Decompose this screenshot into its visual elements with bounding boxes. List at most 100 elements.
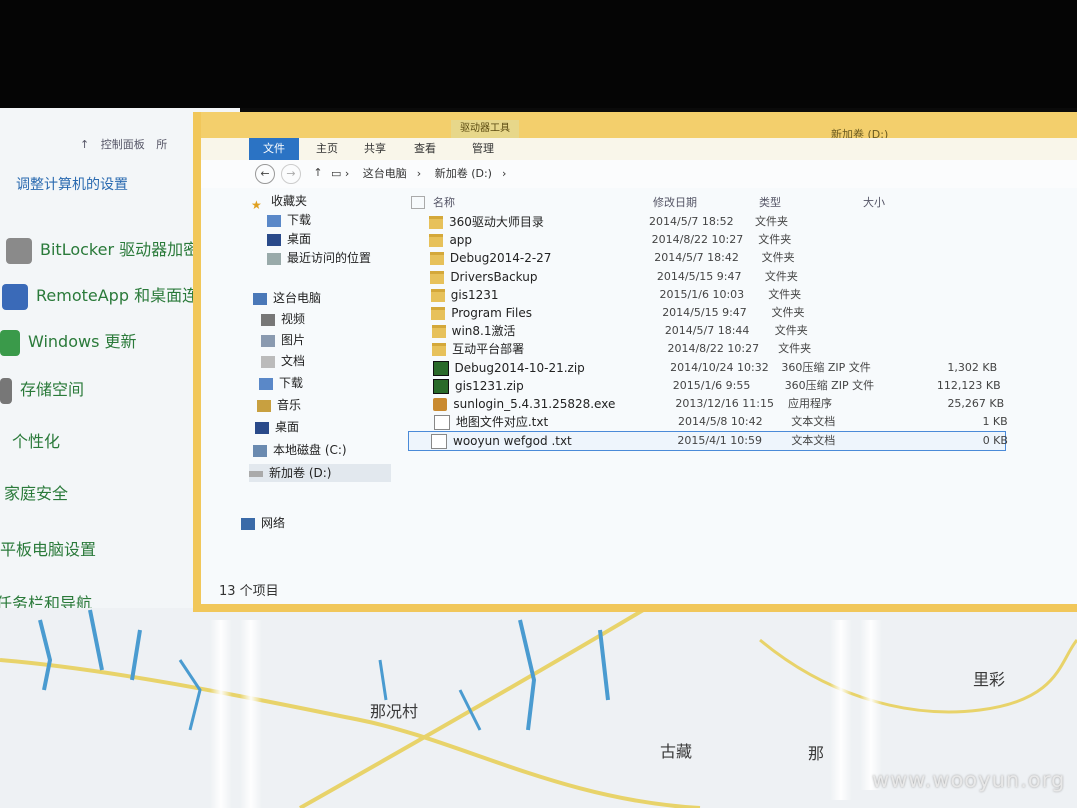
nav-label: 音乐 [277, 398, 302, 412]
cp-item-tablet-settings[interactable]: 平板电脑设置 [0, 536, 96, 560]
ribbon: 文件 主页 共享 查看 管理 [201, 138, 1077, 161]
file-row[interactable]: gis1231.zip 2015/1/6 9:55 360压缩 ZIP 文件 112,… [432, 377, 1001, 395]
control-panel-title: 调整计算机的设置 [16, 177, 128, 193]
file-row[interactable]: sunlogin_5.4.31.25828.exe 2013/12/16 11:1… [433, 395, 1004, 413]
file-name: Debug2014-2-27 [449, 251, 552, 266]
tab-home[interactable]: 主页 [316, 138, 338, 160]
tab-file[interactable]: 文件 [249, 138, 299, 160]
control-panel-breadcrumb: ↑ 控制面板 所 [20, 136, 175, 152]
breadcrumb-all[interactable]: 所 [156, 138, 167, 151]
select-all-checkbox[interactable] [411, 196, 425, 209]
nav-recent[interactable]: 最近访问的位置 [267, 249, 371, 267]
file-type: 文件夹 [758, 233, 792, 247]
nav-drive-d[interactable]: 新加卷 (D:) [249, 464, 391, 482]
folder-icon [431, 307, 446, 320]
forward-arrow-icon[interactable]: → [281, 164, 301, 184]
nav-favorites[interactable]: ★ 收藏夹 [251, 192, 308, 212]
tab-share[interactable]: 共享 [364, 138, 386, 160]
file-date: 2015/1/6 9:55 [672, 378, 751, 392]
file-row[interactable]: gis1231 2015/1/6 10:03 文件夹 [430, 286, 991, 304]
file-date: 2014/8/22 10:27 [667, 342, 760, 356]
chevron-right-icon: › [416, 167, 422, 180]
cp-item-family-safety[interactable]: 家庭安全 [4, 480, 68, 504]
file-type: 文件夹 [764, 269, 798, 283]
nav-documents[interactable]: 文档 [261, 352, 305, 370]
cp-item-bitlocker[interactable]: BitLocker 驱动器加密 [6, 236, 199, 264]
nav-label: 桌面 [275, 420, 300, 434]
pictures-icon [261, 334, 275, 347]
cp-item-taskbar[interactable]: 任务栏和导航 [0, 590, 92, 608]
file-name: gis1231.zip [454, 378, 524, 393]
cp-item-windows-update[interactable]: Windows 更新 [0, 328, 137, 356]
up-arrow-icon[interactable]: ↑ [80, 138, 89, 151]
file-row[interactable]: Debug2014-2-27 2014/5/7 18:42 文件夹 [429, 249, 990, 267]
nav-music[interactable]: 音乐 [257, 396, 301, 414]
file-name: Debug2014-10-21.zip [454, 360, 585, 375]
breadcrumb-this-pc[interactable]: 这台电脑 [363, 167, 407, 180]
column-name[interactable]: 名称 [433, 194, 455, 210]
cp-item-personalization[interactable]: 个性化 [12, 428, 60, 452]
file-row[interactable]: win8.1激活 2014/5/7 18:44 文件夹 [431, 322, 992, 340]
star-icon: ★ [251, 197, 262, 212]
address-bar[interactable]: ▭ › 这台电脑 › 新加卷 (D:) › [331, 164, 831, 184]
folder-icon [430, 288, 445, 302]
address-row: ← → ↑ ▭ › 这台电脑 › 新加卷 (D:) › [201, 160, 1077, 188]
nav-label: 文档 [281, 354, 306, 368]
desktop-icon [267, 233, 281, 246]
column-type[interactable]: 类型 [759, 194, 781, 210]
file-name: DriversBackup [450, 269, 538, 284]
nav-local-disk-c[interactable]: 本地磁盘 (C:) [253, 441, 347, 459]
file-type: 文本文档 [791, 415, 836, 429]
file-row[interactable]: Debug2014-10-21.zip 2014/10/24 10:32 360压缩… [432, 359, 997, 377]
drive-tools-context-tab[interactable]: 驱动器工具 [451, 120, 519, 138]
file-row[interactable]: DriversBackup 2014/5/15 9:47 文件夹 [430, 268, 990, 286]
cp-item-remoteapp[interactable]: RemoteApp 和桌面连接 [2, 282, 214, 310]
file-date: 2014/5/7 18:52 [649, 215, 734, 228]
file-date: 2015/4/1 10:59 [677, 434, 762, 448]
tab-manage[interactable]: 管理 [472, 138, 494, 160]
title-bar: 驱动器工具 新加卷 (D:) [201, 112, 1077, 141]
nav-this-pc[interactable]: 这台电脑 [253, 289, 321, 307]
nav-downloads-pc[interactable]: 下载 [259, 374, 303, 392]
file-type: 文件夹 [771, 306, 805, 319]
nav-pictures[interactable]: 图片 [261, 331, 305, 349]
download-icon [267, 214, 281, 227]
map-label: 古藏 [660, 742, 693, 761]
nav-desktop[interactable]: 桌面 [267, 230, 311, 248]
zip-icon [432, 378, 449, 394]
recent-places-icon [267, 252, 281, 265]
screen-bezel [0, 0, 1077, 108]
file-row[interactable]: 360驱动大师目录 2014/5/7 18:52 文件夹 [429, 213, 989, 231]
nav-downloads[interactable]: 下载 [267, 211, 311, 229]
breadcrumb-drive-d[interactable]: 新加卷 (D:) [435, 167, 492, 180]
file-name: 360驱动大师目录 [449, 215, 544, 229]
file-row[interactable]: Program Files 2014/5/15 9:47 文件夹 [431, 304, 991, 322]
back-arrow-icon[interactable]: ← [255, 164, 275, 184]
nav-videos[interactable]: 视频 [261, 310, 305, 328]
nav-label: 视频 [281, 312, 306, 326]
file-row[interactable]: wooyun wefgod .txt 2015/4/1 10:59 文本文档 0 KB [408, 431, 1008, 452]
nav-label: 新加卷 (D:) [269, 466, 332, 480]
nav-network[interactable]: 网络 [241, 514, 285, 532]
file-date: 2014/5/8 10:42 [678, 415, 763, 429]
nav-label: 收藏夹 [271, 194, 308, 208]
file-row[interactable]: 互动平台部署 2014/8/22 10:27 文件夹 [432, 340, 992, 358]
nav-label: 本地磁盘 (C:) [273, 443, 347, 457]
file-date: 2014/5/15 9:47 [656, 269, 742, 283]
music-icon [257, 399, 271, 412]
breadcrumb-control-panel[interactable]: 控制面板 [101, 138, 145, 151]
up-arrow-icon[interactable]: ↑ [309, 164, 327, 182]
tab-view[interactable]: 查看 [414, 138, 436, 160]
navigation-pane: ★ 收藏夹 下载 桌面 最近访问的位置 这台电脑 视频 图片 文档 下载 音乐 桌… [231, 192, 401, 572]
remoteapp-icon [2, 283, 28, 310]
nav-desktop-pc[interactable]: 桌面 [255, 418, 299, 436]
file-type: 文件夹 [755, 215, 788, 228]
folder-icon [429, 234, 444, 248]
file-row[interactable]: 地图文件对应.txt 2014/5/8 10:42 文本文档 1 KB [433, 413, 1008, 431]
file-size: 1 KB [982, 415, 1008, 429]
cp-item-storage[interactable]: 存储空间 [0, 376, 84, 404]
column-date[interactable]: 修改日期 [653, 194, 697, 210]
file-row[interactable]: app 2014/8/22 10:27 文件夹 [429, 231, 989, 249]
column-size[interactable]: 大小 [863, 194, 885, 210]
file-date: 2014/5/7 18:42 [654, 251, 739, 265]
